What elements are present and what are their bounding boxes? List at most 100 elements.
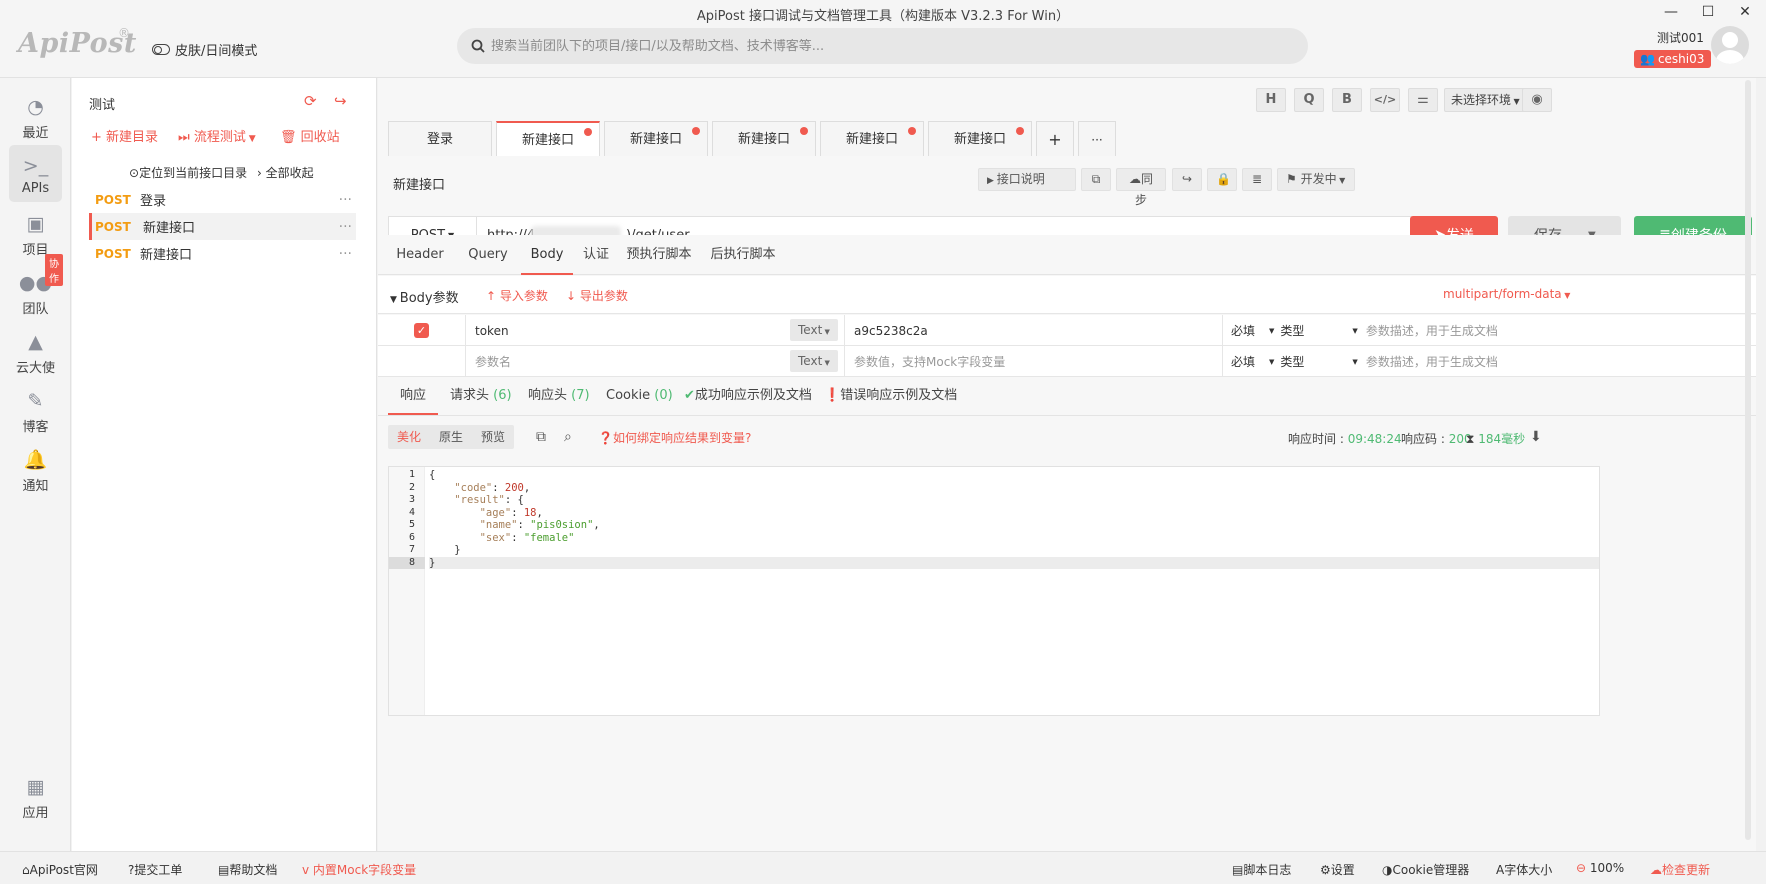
eye-icon[interactable]: ◉ (1522, 88, 1552, 112)
refresh-icon[interactable]: ⟳ (304, 92, 317, 110)
q-button[interactable]: Q (1294, 88, 1324, 112)
bold-button[interactable]: B (1332, 88, 1362, 112)
response-body-editor[interactable]: 1 2 3 4 5 6 7 8 { "code": 200, "result":… (388, 466, 1600, 716)
nav-apis[interactable]: >_ APIs (9, 145, 62, 202)
desc-input[interactable]: 参数描述，用于生成文档 (1366, 353, 1498, 370)
recycle-bin-button[interactable]: 🗑 回收站 (280, 126, 340, 145)
nav-project[interactable]: ▣ 项目 (9, 203, 62, 260)
tab-request[interactable]: 登录 (388, 121, 492, 156)
tab-auth[interactable]: 认证 (576, 235, 616, 275)
key-cell[interactable]: 参数名 Text ▼ (466, 346, 845, 377)
global-search[interactable] (457, 28, 1308, 64)
maximize-button[interactable]: ☐ (1693, 4, 1723, 20)
value-type-select[interactable]: 类型 (1280, 322, 1304, 339)
font-size-button[interactable]: A字体大小 (1496, 861, 1552, 878)
tab-header[interactable]: Header (388, 235, 452, 275)
close-button[interactable]: ✕ (1730, 4, 1760, 20)
tab-pre-script[interactable]: 预执行脚本 (620, 235, 698, 275)
script-log-button[interactable]: ▤脚本日志 (1232, 861, 1291, 878)
tab-response[interactable]: 响应 (388, 378, 439, 415)
more-icon[interactable]: ··· (339, 192, 352, 208)
tab-request[interactable]: 新建接口 (820, 121, 924, 156)
tab-request[interactable]: 新建接口 (712, 121, 816, 156)
view-pretty[interactable]: 美化 (388, 425, 430, 449)
tree-item[interactable]: POST 新建接口 ··· (89, 213, 356, 240)
share-icon[interactable]: ↪ (1172, 168, 1202, 191)
body-params-toggle[interactable]: ▼ Body参数 (390, 287, 459, 306)
view-raw[interactable]: 原生 (430, 425, 472, 449)
sync-button[interactable]: ☁同步 (1116, 168, 1166, 207)
nav-recent[interactable]: ◔ 最近 (9, 86, 62, 143)
tab-success-doc[interactable]: ✔成功响应示例及文档 (684, 378, 812, 415)
view-preview[interactable]: 预览 (472, 425, 514, 449)
code-icon[interactable]: </> (1370, 88, 1400, 112)
tab-response-headers[interactable]: 响应头 (7) (528, 378, 590, 415)
lock-icon[interactable]: 🔒 (1207, 168, 1237, 191)
type-select[interactable]: Text ▼ (790, 319, 838, 341)
tab-post-script[interactable]: 后执行脚本 (704, 235, 782, 275)
caret-down-icon[interactable]: ▼ (1352, 327, 1357, 335)
search-icon[interactable]: ⌕ (564, 429, 572, 445)
tab-body[interactable]: Body (521, 235, 573, 275)
more-icon[interactable]: ··· (339, 246, 352, 262)
flow-test-button[interactable]: ⏭ 流程测试 ▼ (178, 126, 256, 145)
copy-icon[interactable]: ⧉ (1081, 168, 1111, 191)
search-input[interactable] (491, 38, 1291, 54)
tab-request[interactable]: 新建接口 (928, 121, 1032, 156)
tab-query[interactable]: Query (462, 235, 514, 275)
value-cell[interactable]: 参数值，支持Mock字段变量 (845, 346, 1223, 377)
tab-request[interactable]: 新建接口 (496, 121, 600, 156)
nav-team[interactable]: ●● 协作 团队 (9, 254, 63, 319)
check-update-button[interactable]: ☁检查更新 (1650, 861, 1710, 878)
required-select[interactable]: 必填 (1231, 322, 1255, 339)
download-icon[interactable]: ⬇ (1530, 429, 1542, 445)
caret-down-icon[interactable]: ▼ (1352, 358, 1357, 366)
database-icon[interactable]: ≣ (1242, 168, 1272, 191)
content-type-select[interactable]: multipart/form-data ▼ (1443, 287, 1570, 301)
settings-button[interactable]: ⚙设置 (1320, 861, 1355, 878)
tab-cookie[interactable]: Cookie (0) (606, 378, 673, 415)
bind-var-help-link[interactable]: ❓如何绑定响应结果到变量? (598, 429, 751, 446)
minimize-button[interactable]: — (1656, 4, 1686, 20)
tab-error-doc[interactable]: ❗错误响应示例及文档 (824, 378, 957, 415)
zoom-level[interactable]: ⊖ 100% (1576, 861, 1624, 875)
nav-notify[interactable]: 🔔 通知 (9, 439, 62, 496)
more-icon[interactable]: ··· (339, 219, 352, 235)
required-select[interactable]: 必填 (1231, 353, 1255, 370)
type-select[interactable]: Text ▼ (790, 350, 838, 372)
official-site-link[interactable]: ⌂ApiPost官网 (22, 861, 98, 878)
tree-item[interactable]: POST 登录 ··· (89, 186, 356, 213)
submit-ticket-link[interactable]: ?提交工单 (128, 861, 182, 878)
sliders-icon[interactable]: ⚌ (1408, 88, 1438, 112)
row-checkbox[interactable]: ✓ (414, 323, 429, 338)
more-tabs-button[interactable]: ··· (1078, 121, 1116, 156)
help-docs-link[interactable]: ▤帮助文档 (218, 861, 277, 878)
key-cell[interactable]: token Text ▼ (466, 315, 845, 346)
collapse-all-button[interactable]: › 全部收起 (257, 164, 314, 181)
caret-down-icon[interactable]: ▼ (1269, 327, 1274, 335)
tab-request[interactable]: 新建接口 (604, 121, 708, 156)
import-params-button[interactable]: ↑ 导入参数 (486, 287, 548, 304)
mock-vars-link[interactable]: v 内置Mock字段变量 (302, 861, 416, 878)
export-params-button[interactable]: ↓ 导出参数 (566, 287, 628, 304)
share-icon[interactable]: ↪ (334, 92, 347, 110)
avatar[interactable] (1711, 26, 1749, 64)
add-tab-button[interactable]: + (1036, 121, 1074, 156)
new-dir-button[interactable]: + 新建目录 (91, 126, 158, 145)
skin-mode-toggle[interactable]: 皮肤/日间模式 (152, 40, 257, 59)
heading-button[interactable]: H (1256, 88, 1286, 112)
env-select[interactable]: 未选择环境 ▼ (1444, 88, 1528, 112)
tab-request-headers[interactable]: 请求头 (6) (450, 378, 512, 415)
value-cell[interactable]: a9c5238c2a (845, 315, 1223, 346)
status-select[interactable]: ⚑ 开发中 ▼ (1277, 168, 1355, 191)
desc-input[interactable]: 参数描述，用于生成文档 (1366, 322, 1498, 339)
nav-ambassador[interactable]: ▲ 云大使 (9, 321, 62, 378)
value-type-select[interactable]: 类型 (1280, 353, 1304, 370)
main-scrollbar[interactable] (1745, 80, 1751, 840)
api-doc-button[interactable]: ▶ 接口说明 (978, 168, 1076, 191)
locate-current-button[interactable]: ⊙定位到当前接口目录 (129, 164, 247, 181)
team-badge[interactable]: 👥 ceshi03 (1634, 50, 1712, 68)
caret-down-icon[interactable]: ▼ (1269, 358, 1274, 366)
nav-apps[interactable]: ▦ 应用 (9, 766, 62, 823)
copy-icon[interactable]: ⧉ (536, 429, 546, 445)
